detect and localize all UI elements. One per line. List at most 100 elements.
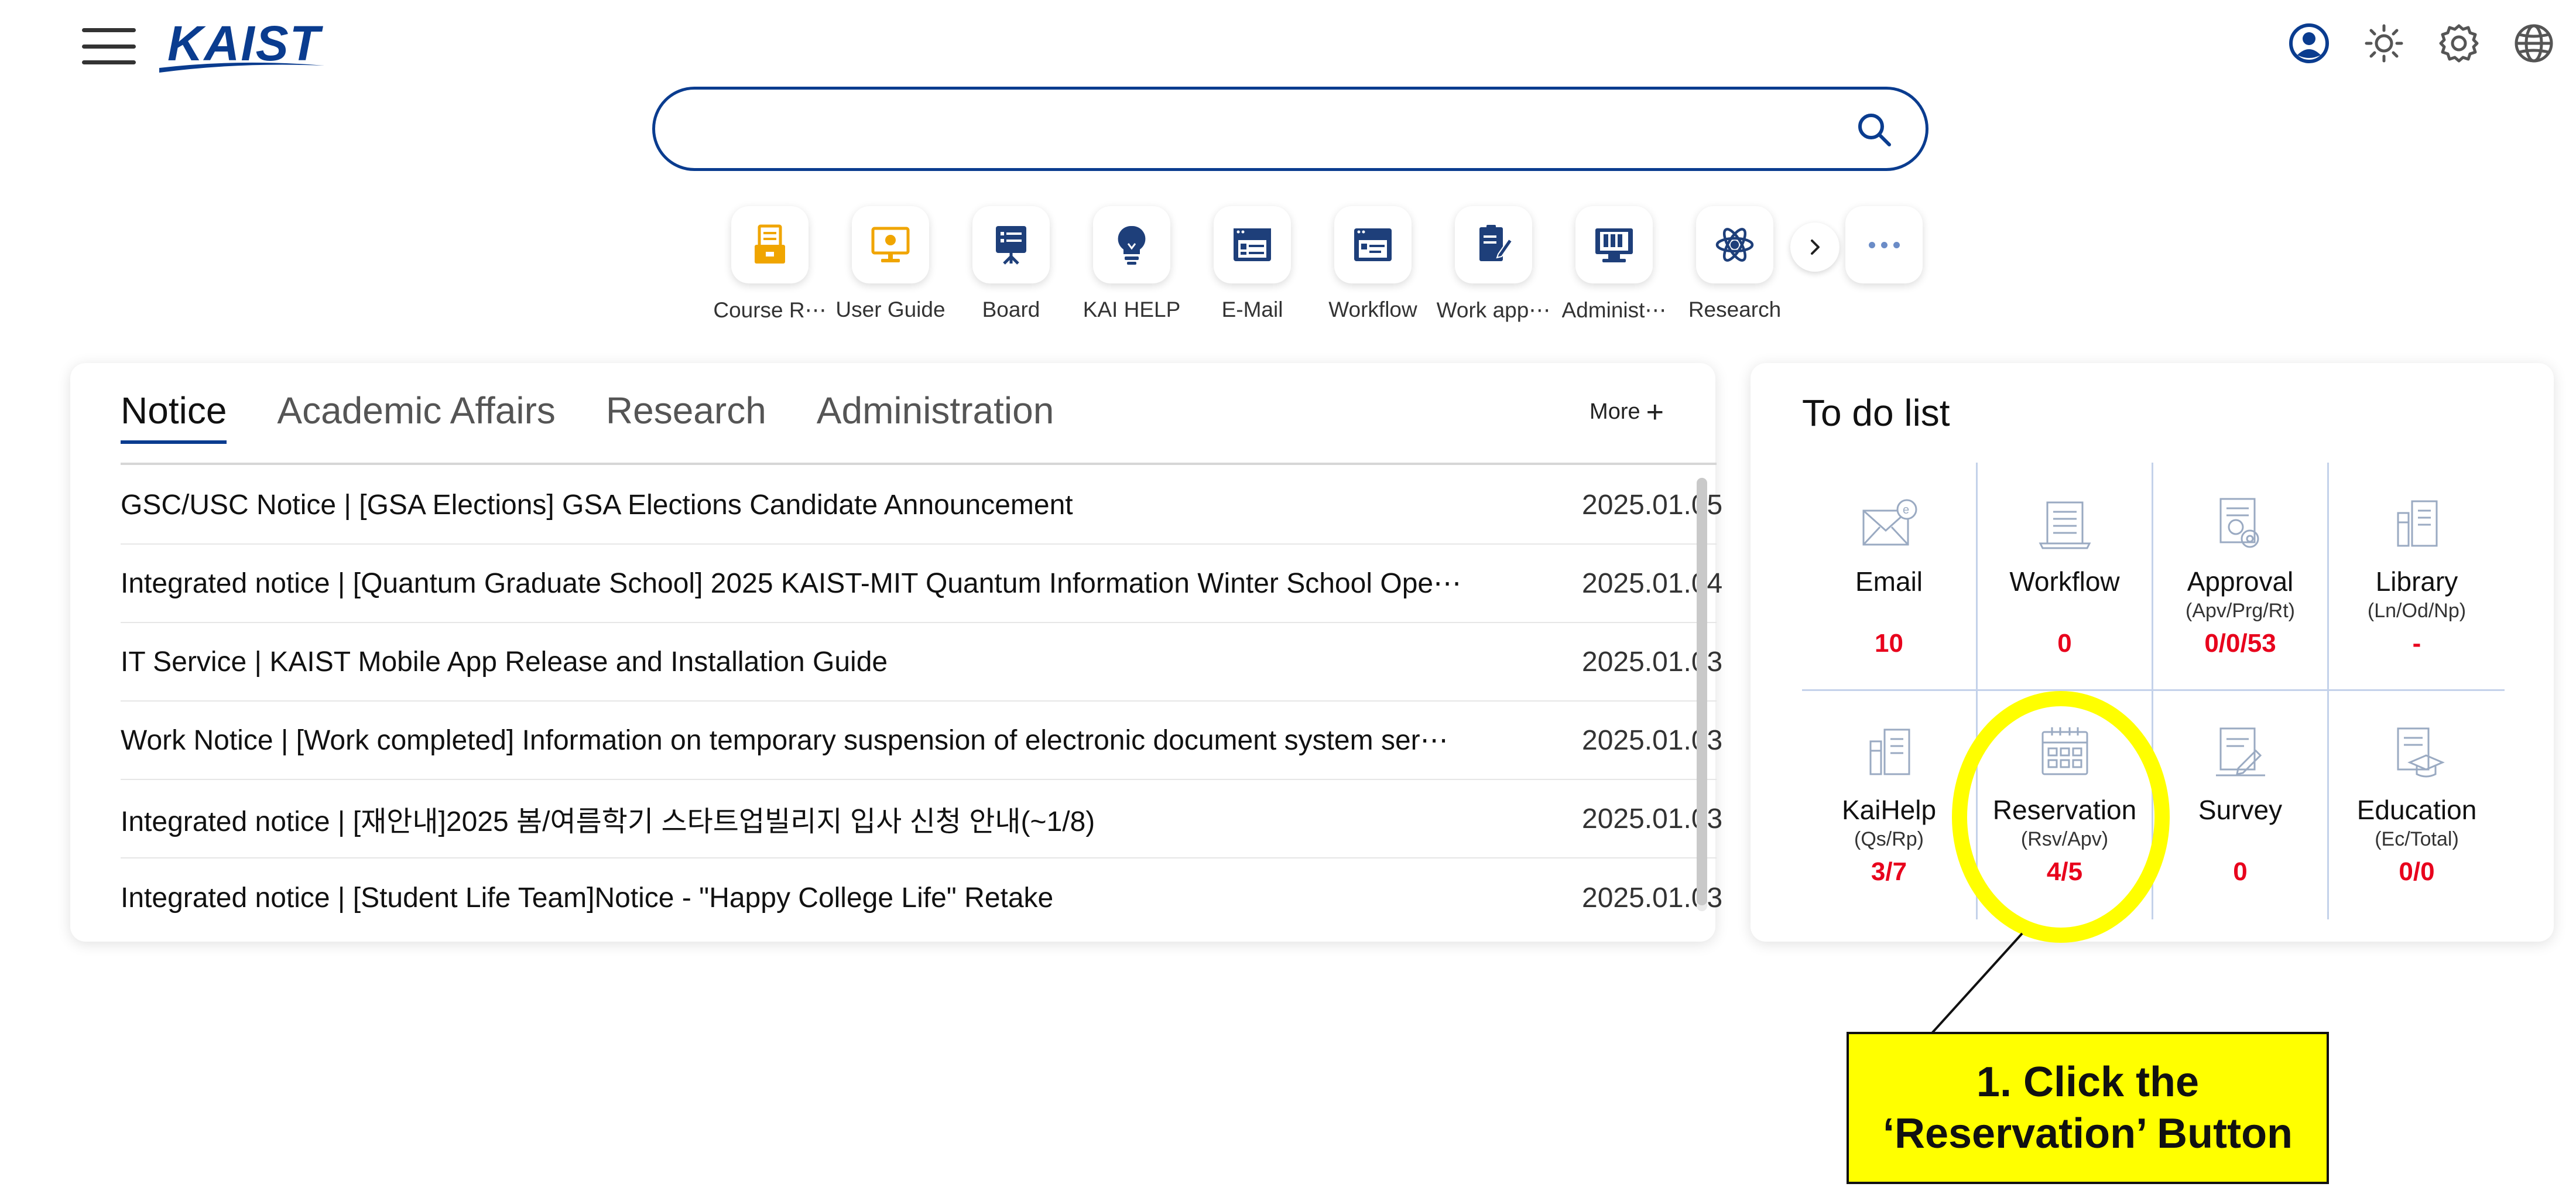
plus-icon: + bbox=[1646, 395, 1664, 429]
top-icon-bar bbox=[2288, 22, 2555, 64]
todo-approval[interactable]: Approval (Apv/Prg/Rt) 0/0/53 bbox=[2153, 463, 2329, 691]
notice-row[interactable]: Integrated notice | [Student Life Team]N… bbox=[121, 858, 1722, 937]
svg-text:e: e bbox=[1903, 504, 1909, 516]
shortcut-label: Administ⋯ bbox=[1561, 298, 1667, 322]
notice-list: GSC/USC Notice | [GSA Elections] GSA Ele… bbox=[121, 466, 1722, 937]
workflow-icon bbox=[2039, 501, 2091, 549]
todo-sub: (Apv/Prg/Rt) bbox=[2185, 600, 2296, 622]
notice-row[interactable]: Work Notice | [Work completed] Informati… bbox=[121, 702, 1722, 780]
todo-survey[interactable]: Survey 0 bbox=[2153, 691, 2329, 919]
shortcut-administration[interactable]: Administ⋯ bbox=[1554, 206, 1674, 323]
shortcut-workflow[interactable]: Workflow bbox=[1313, 206, 1433, 323]
todo-email[interactable]: e Email 10 bbox=[1802, 463, 1978, 691]
scrollbar-thumb[interactable] bbox=[1697, 478, 1707, 905]
shortcut-label: Course R⋯ bbox=[713, 298, 827, 322]
instruction-callout: 1. Click the ‘Reservation’ Button bbox=[1847, 1032, 2329, 1184]
survey-icon bbox=[2215, 727, 2265, 776]
shortcut-user-guide[interactable]: User Guide bbox=[830, 206, 951, 323]
tab-academic-affairs[interactable]: Academic Affairs bbox=[277, 389, 555, 444]
lightbulb-icon bbox=[1093, 206, 1170, 283]
shortcut-work-approval[interactable]: Work app⋯ bbox=[1433, 206, 1554, 323]
shortcut-label: Workflow bbox=[1328, 297, 1417, 321]
dot-icon bbox=[1880, 241, 1888, 248]
shortcut-label: Work app⋯ bbox=[1436, 298, 1551, 322]
shortcut-bar: Course R⋯ User Guide Board KAI HELP E-Ma… bbox=[710, 206, 1795, 323]
kaist-logo[interactable]: KAIST bbox=[157, 15, 327, 74]
shortcut-label: User Guide bbox=[835, 297, 946, 321]
board-icon bbox=[972, 206, 1050, 283]
hamburger-bar bbox=[82, 28, 136, 32]
todo-name: Library bbox=[2375, 566, 2458, 597]
search-icon[interactable] bbox=[1855, 111, 1893, 148]
more-link[interactable]: More + bbox=[1590, 395, 1664, 429]
notice-scrollbar[interactable] bbox=[1697, 478, 1707, 911]
user-icon[interactable] bbox=[2288, 22, 2330, 64]
todo-library[interactable]: Library (Ln/Od/Np) - bbox=[2329, 463, 2505, 691]
todo-sub: (Qs/Rp) bbox=[1854, 828, 1924, 850]
shortcut-email[interactable]: E-Mail bbox=[1192, 206, 1313, 323]
todo-name: Workflow bbox=[2009, 566, 2120, 597]
more-shortcuts-button[interactable] bbox=[1845, 206, 1923, 283]
shortcut-label: Board bbox=[982, 297, 1040, 321]
shortcut-label: Research bbox=[1688, 297, 1782, 321]
shortcut-kai-help[interactable]: KAI HELP bbox=[1071, 206, 1192, 323]
todo-count: 0/0 bbox=[2399, 857, 2435, 886]
approval-icon bbox=[2219, 498, 2259, 548]
course-registration-icon bbox=[731, 206, 809, 283]
hamburger-bar bbox=[82, 60, 136, 64]
todo-count: - bbox=[2412, 629, 2421, 658]
shortcut-board[interactable]: Board bbox=[951, 206, 1071, 323]
email-icon bbox=[1214, 206, 1291, 283]
logo-swoosh bbox=[159, 62, 324, 73]
shortcut-course-registration[interactable]: Course R⋯ bbox=[710, 206, 830, 323]
todo-count: 10 bbox=[1875, 629, 1903, 658]
tab-administration[interactable]: Administration bbox=[817, 389, 1054, 444]
todo-name: Education bbox=[2356, 795, 2477, 825]
todo-sub: (Ln/Od/Np) bbox=[2367, 600, 2467, 622]
todo-sub: (Rsv/Apv) bbox=[2020, 828, 2109, 850]
work-approval-icon bbox=[1455, 206, 1532, 283]
todo-education[interactable]: Education (Ec/Total) 0/0 bbox=[2329, 691, 2505, 919]
globe-icon[interactable] bbox=[2513, 22, 2555, 64]
todo-workflow[interactable]: Workflow 0 bbox=[1978, 463, 2153, 691]
notice-row[interactable]: Integrated notice | [재안내]2025 봄/여름학기 스타트… bbox=[121, 780, 1722, 858]
todo-name: Approval bbox=[2187, 566, 2294, 597]
todo-title: To do list bbox=[1802, 392, 1950, 434]
search-input[interactable] bbox=[690, 107, 1838, 152]
shortcut-label: E-Mail bbox=[1221, 297, 1283, 321]
notice-title: Integrated notice | [Student Life Team]N… bbox=[121, 882, 1054, 914]
notice-row[interactable]: Integrated notice | [Quantum Graduate Sc… bbox=[121, 545, 1722, 623]
kaihelp-icon bbox=[1869, 728, 1910, 775]
shortcut-research[interactable]: Research bbox=[1674, 206, 1795, 323]
menu-button[interactable] bbox=[82, 28, 136, 64]
todo-count: 4/5 bbox=[2046, 857, 2083, 886]
todo-name: Survey bbox=[2198, 795, 2283, 825]
todo-name: Reservation bbox=[1992, 795, 2137, 825]
education-icon bbox=[2397, 727, 2445, 778]
todo-kaihelp[interactable]: KaiHelp (Qs/Rp) 3/7 bbox=[1802, 691, 1978, 919]
callout-line-1: 1. Click the bbox=[1976, 1059, 2200, 1106]
todo-name: KaiHelp bbox=[1841, 795, 1937, 825]
todo-count: 0 bbox=[2057, 629, 2072, 658]
hamburger-bar bbox=[82, 44, 136, 49]
atom-icon bbox=[1696, 206, 1773, 283]
more-label: More bbox=[1590, 399, 1640, 424]
todo-count: 0 bbox=[2233, 857, 2248, 886]
notice-row[interactable]: GSC/USC Notice | [GSA Elections] GSA Ele… bbox=[121, 466, 1722, 545]
search-bar bbox=[652, 87, 1928, 171]
gear-icon[interactable] bbox=[2438, 22, 2480, 64]
shortcut-next-button[interactable] bbox=[1790, 223, 1839, 272]
divider bbox=[121, 463, 1717, 465]
administration-icon bbox=[1575, 206, 1653, 283]
tab-notice[interactable]: Notice bbox=[121, 389, 227, 444]
notice-row[interactable]: IT Service | KAIST Mobile App Release an… bbox=[121, 623, 1722, 702]
notice-title: IT Service | KAIST Mobile App Release an… bbox=[121, 646, 888, 678]
todo-reservation[interactable]: Reservation (Rsv/Apv) 4/5 bbox=[1978, 691, 2153, 919]
dot-icon bbox=[1893, 241, 1900, 248]
notice-title: Integrated notice | [Quantum Graduate Sc… bbox=[121, 568, 1462, 599]
tab-research[interactable]: Research bbox=[606, 389, 766, 444]
sun-icon[interactable] bbox=[2363, 22, 2405, 64]
notice-title: Integrated notice | [재안내]2025 봄/여름학기 스타트… bbox=[121, 806, 1095, 837]
todo-panel: To do list e Email 10 Workflow 0 Approva… bbox=[1751, 363, 2554, 942]
todo-count: 0/0/53 bbox=[2204, 629, 2276, 658]
